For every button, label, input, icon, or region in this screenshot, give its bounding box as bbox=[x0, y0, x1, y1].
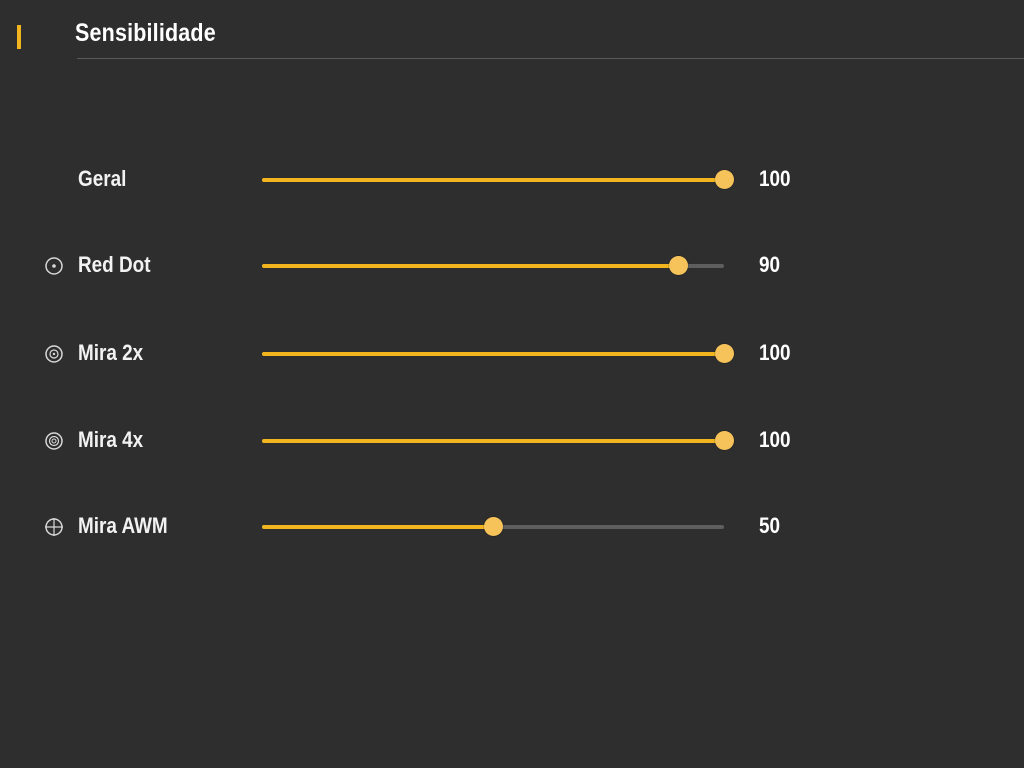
sensitivity-value: 50 bbox=[759, 513, 781, 538]
header-divider bbox=[77, 58, 1024, 59]
sensitivity-value: 90 bbox=[759, 252, 781, 277]
sensitivity-label: Red Dot bbox=[78, 252, 151, 277]
sensitivity-row-mira-awm: Mira AWM 50 bbox=[0, 507, 1024, 547]
sensitivity-slider-geral[interactable] bbox=[262, 170, 734, 189]
scope-2x-icon bbox=[44, 344, 64, 364]
sensitivity-label: Geral bbox=[78, 166, 127, 191]
sensitivity-value: 100 bbox=[759, 340, 791, 365]
page-title: Sensibilidade bbox=[75, 19, 216, 47]
sensitivity-row-geral: Geral 100 bbox=[0, 160, 1024, 200]
slider-fill bbox=[262, 525, 493, 529]
sensitivity-row-red-dot: Red Dot 90 bbox=[0, 246, 1024, 286]
sensitivity-row-mira-4x: Mira 4x 100 bbox=[0, 421, 1024, 461]
sensitivity-slider-mira-2x[interactable] bbox=[262, 344, 734, 363]
sensitivity-label: Mira AWM bbox=[78, 513, 168, 538]
scope-4x-icon bbox=[44, 431, 64, 451]
sensitivity-label: Mira 2x bbox=[78, 340, 144, 365]
sensitivity-value: 100 bbox=[759, 427, 791, 452]
sensitivity-value: 100 bbox=[759, 166, 791, 191]
red-dot-scope-icon bbox=[44, 256, 64, 276]
sensitivity-row-mira-2x: Mira 2x 100 bbox=[0, 334, 1024, 374]
slider-thumb[interactable] bbox=[668, 256, 688, 275]
slider-thumb[interactable] bbox=[715, 431, 734, 450]
sensitivity-slider-red-dot[interactable] bbox=[262, 256, 724, 275]
sensitivity-slider-mira-awm[interactable] bbox=[262, 517, 724, 536]
slider-thumb[interactable] bbox=[484, 517, 503, 536]
sensitivity-label: Mira 4x bbox=[78, 427, 144, 452]
sensitivity-slider-mira-4x[interactable] bbox=[262, 431, 734, 450]
header-accent-bar bbox=[17, 25, 21, 49]
slider-fill bbox=[262, 439, 724, 443]
awm-crosshair-icon bbox=[44, 517, 64, 537]
slider-fill bbox=[262, 264, 678, 268]
slider-fill bbox=[262, 178, 724, 182]
slider-fill bbox=[262, 352, 724, 356]
slider-thumb[interactable] bbox=[715, 344, 734, 363]
slider-thumb[interactable] bbox=[715, 170, 734, 189]
